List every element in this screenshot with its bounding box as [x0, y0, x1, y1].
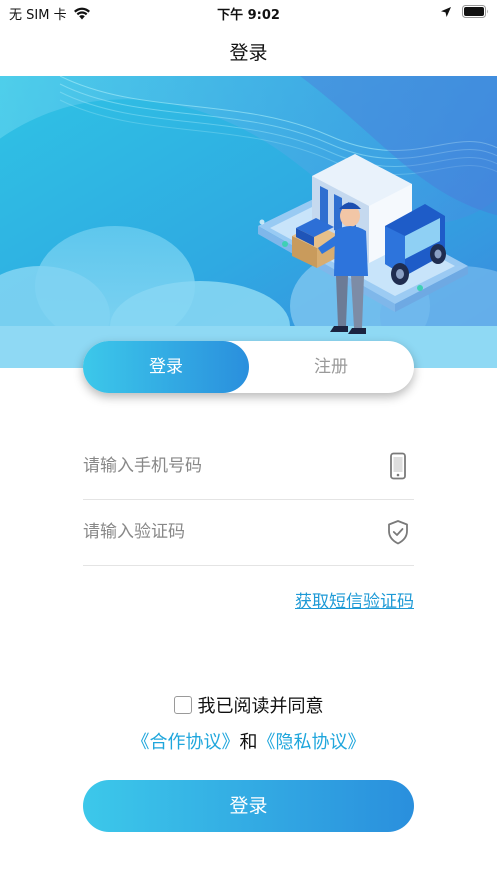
shield-check-icon: [386, 518, 410, 546]
auth-tab-switch: 注册 登录: [83, 341, 414, 393]
phone-icon: [386, 452, 410, 480]
protocol-links: 《合作协议》和《隐私协议》: [0, 728, 497, 754]
agreement-row: 我已阅读并同意: [0, 692, 497, 718]
verification-code-field: [83, 499, 414, 566]
status-time: 下午 9:02: [217, 8, 280, 23]
verification-code-input[interactable]: [83, 499, 373, 565]
status-right: [440, 5, 489, 18]
tab-register[interactable]: 注册: [248, 341, 414, 393]
agreement-checkbox[interactable]: [173, 696, 192, 714]
login-button[interactable]: 登录: [83, 780, 414, 832]
banner-illustration: [0, 76, 497, 368]
page-title: 登录: [229, 42, 268, 64]
cooperation-agreement-link[interactable]: 《合作协议》: [132, 732, 240, 753]
agreement-text: 我已阅读并同意: [197, 696, 324, 717]
phone-input[interactable]: [83, 433, 373, 499]
battery-icon: [462, 5, 489, 18]
tab-login[interactable]: 登录: [83, 341, 249, 393]
status-bar: 无 SIM 卡 下午 9:02: [0, 0, 497, 26]
conjunction-text: 和: [239, 732, 258, 753]
privacy-agreement-link[interactable]: 《隐私协议》: [258, 732, 366, 753]
location-icon: [440, 6, 452, 18]
phone-field: [83, 433, 414, 500]
nav-bar: 登录: [0, 26, 497, 76]
get-sms-code-link[interactable]: 获取短信验证码: [295, 587, 414, 612]
